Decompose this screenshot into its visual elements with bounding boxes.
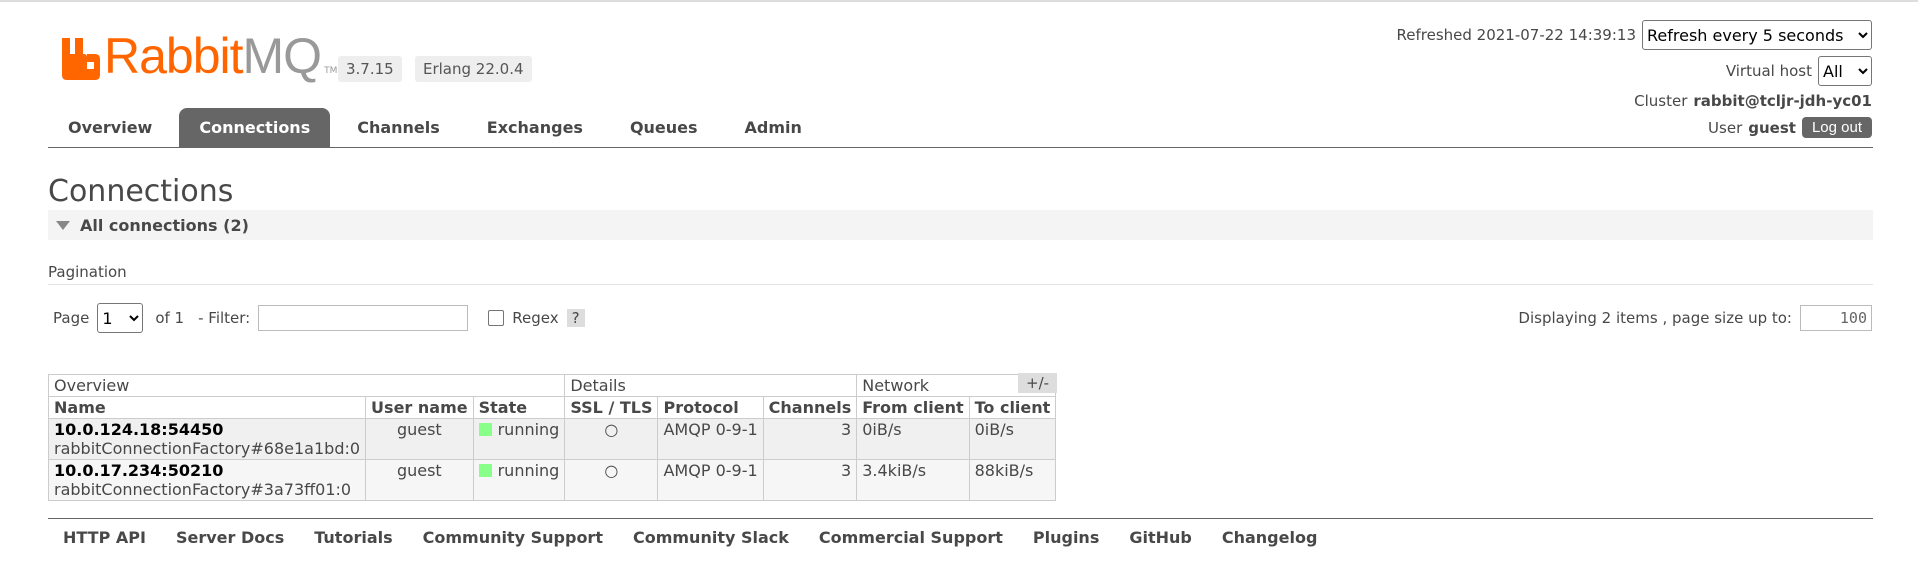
vhost-line: Virtual host All bbox=[1726, 56, 1872, 86]
regex-help-button[interactable]: ? bbox=[566, 309, 585, 327]
footer-link-github[interactable]: GitHub bbox=[1129, 528, 1192, 547]
user-line: User guest Log out bbox=[1708, 117, 1872, 138]
footer-link-tutorials[interactable]: Tutorials bbox=[314, 528, 392, 547]
column-header-protocol[interactable]: Protocol bbox=[657, 396, 764, 419]
footer-link-server-docs[interactable]: Server Docs bbox=[176, 528, 284, 547]
refresh-interval-select[interactable]: Refresh every 5 seconds bbox=[1642, 20, 1872, 50]
running-status-icon bbox=[478, 464, 492, 477]
footer-link-community-support[interactable]: Community Support bbox=[423, 528, 603, 547]
channels-cell: 3 bbox=[762, 459, 858, 501]
channels-cell: 3 bbox=[762, 418, 858, 460]
cluster-line: Cluster rabbit@tcljr-jdh-yc01 bbox=[1634, 92, 1872, 110]
cluster-name: rabbit@tcljr-jdh-yc01 bbox=[1693, 92, 1872, 110]
regex-checkbox[interactable] bbox=[488, 310, 505, 326]
refreshed-timestamp: Refreshed 2021-07-22 14:39:13 bbox=[1396, 26, 1636, 44]
ssl-cell: ○ bbox=[564, 459, 659, 501]
column-toggle-button[interactable]: +/- bbox=[1018, 373, 1058, 393]
cluster-label: Cluster bbox=[1634, 92, 1688, 110]
refresh-line: Refreshed 2021-07-22 14:39:13 Refresh ev… bbox=[1397, 20, 1872, 50]
version-badge: 3.7.15 bbox=[338, 56, 402, 82]
display-count: Displaying 2 items , page size up to: bbox=[1518, 305, 1872, 331]
state-text: running bbox=[497, 420, 560, 439]
tab-connections[interactable]: Connections bbox=[179, 108, 331, 148]
footer-divider bbox=[48, 518, 1873, 519]
logo-wordmark: RabbitMQ bbox=[104, 28, 322, 84]
to-client-cell: 88kiB/s bbox=[968, 459, 1057, 501]
group-header-details: Details bbox=[564, 374, 858, 397]
main-nav-tabs: Overview Connections Channels Exchanges … bbox=[48, 108, 829, 148]
user-name: guest bbox=[1748, 118, 1796, 137]
tab-queues[interactable]: Queues bbox=[610, 108, 718, 148]
all-connections-section-toggle[interactable]: All connections (2) bbox=[48, 210, 1873, 240]
tab-admin[interactable]: Admin bbox=[725, 108, 822, 148]
state-text: running bbox=[497, 461, 560, 480]
protocol-cell: AMQP 0-9-1 bbox=[657, 418, 764, 460]
column-header-user-name[interactable]: User name bbox=[365, 396, 474, 419]
state-cell: running bbox=[472, 459, 566, 501]
page-label: Page bbox=[53, 309, 90, 327]
rabbitmq-logo[interactable]: RabbitMQ TM bbox=[62, 28, 338, 84]
user-cell: guest bbox=[365, 418, 474, 460]
column-header-name[interactable]: Name bbox=[47, 396, 367, 419]
logo-tm: TM bbox=[324, 66, 338, 76]
page-select[interactable]: 1 bbox=[97, 303, 144, 333]
page-title: Connections bbox=[48, 174, 234, 209]
vhost-label: Virtual host bbox=[1725, 62, 1812, 80]
column-header-channels[interactable]: Channels bbox=[762, 396, 858, 419]
user-cell: guest bbox=[365, 459, 474, 501]
footer-links: HTTP API Server Docs Tutorials Community… bbox=[63, 528, 1317, 547]
tab-exchanges[interactable]: Exchanges bbox=[467, 108, 603, 148]
column-header-ssl[interactable]: SSL / TLS bbox=[564, 396, 659, 419]
display-label: Displaying 2 items , page size up to: bbox=[1518, 309, 1792, 327]
collapse-triangle-icon bbox=[56, 220, 70, 230]
table-row: 10.0.17.234:50210 rabbitConnectionFactor… bbox=[47, 459, 1057, 501]
footer-link-community-slack[interactable]: Community Slack bbox=[633, 528, 789, 547]
connection-name-link[interactable]: 10.0.124.18:54450 bbox=[54, 420, 360, 439]
footer-link-plugins[interactable]: Plugins bbox=[1033, 528, 1099, 547]
regex-label: Regex bbox=[512, 309, 559, 327]
column-header-to-client[interactable]: To client bbox=[968, 396, 1057, 419]
connections-table: Overview Details Network Name User name … bbox=[47, 374, 1057, 501]
connection-client-name: rabbitConnectionFactory#68e1a1bd:0 bbox=[54, 439, 361, 458]
table-row: 10.0.124.18:54450 rabbitConnectionFactor… bbox=[47, 418, 1057, 460]
group-header-overview: Overview bbox=[47, 374, 566, 397]
page-of-label: of 1 bbox=[155, 309, 185, 327]
ssl-cell: ○ bbox=[564, 418, 659, 460]
footer-link-changelog[interactable]: Changelog bbox=[1222, 528, 1318, 547]
running-status-icon bbox=[478, 423, 492, 436]
pagination-divider bbox=[48, 284, 1873, 285]
filter-label: - Filter: bbox=[198, 309, 251, 327]
connection-name-cell[interactable]: 10.0.124.18:54450 rabbitConnectionFactor… bbox=[47, 418, 367, 460]
connection-name-cell[interactable]: 10.0.17.234:50210 rabbitConnectionFactor… bbox=[47, 459, 367, 501]
page-size-input[interactable] bbox=[1800, 305, 1872, 331]
connection-client-name: rabbitConnectionFactory#3a73ff01:0 bbox=[54, 480, 352, 499]
state-cell: running bbox=[472, 418, 566, 460]
from-client-cell: 3.4kiB/s bbox=[856, 459, 970, 501]
pagination-label: Pagination bbox=[48, 263, 127, 281]
rabbit-logo-icon bbox=[62, 38, 100, 80]
to-client-cell: 0iB/s bbox=[968, 418, 1057, 460]
pagination-controls: Page 1 of 1 - Filter: Regex ? bbox=[53, 303, 585, 333]
tab-divider bbox=[48, 147, 1873, 148]
protocol-cell: AMQP 0-9-1 bbox=[657, 459, 764, 501]
vhost-select[interactable]: All bbox=[1818, 56, 1872, 86]
tab-overview[interactable]: Overview bbox=[48, 108, 172, 148]
column-header-state[interactable]: State bbox=[472, 396, 566, 419]
tab-channels[interactable]: Channels bbox=[337, 108, 460, 148]
connection-name-link[interactable]: 10.0.17.234:50210 bbox=[54, 461, 360, 480]
footer-link-commercial-support[interactable]: Commercial Support bbox=[819, 528, 1003, 547]
filter-input[interactable] bbox=[258, 305, 469, 331]
column-header-from-client[interactable]: From client bbox=[856, 396, 970, 419]
logout-button[interactable]: Log out bbox=[1801, 117, 1872, 138]
erlang-badge: Erlang 22.0.4 bbox=[415, 56, 532, 82]
user-label: User bbox=[1708, 118, 1743, 137]
section-title: All connections (2) bbox=[80, 215, 249, 235]
from-client-cell: 0iB/s bbox=[856, 418, 970, 460]
footer-link-http-api[interactable]: HTTP API bbox=[63, 528, 146, 547]
